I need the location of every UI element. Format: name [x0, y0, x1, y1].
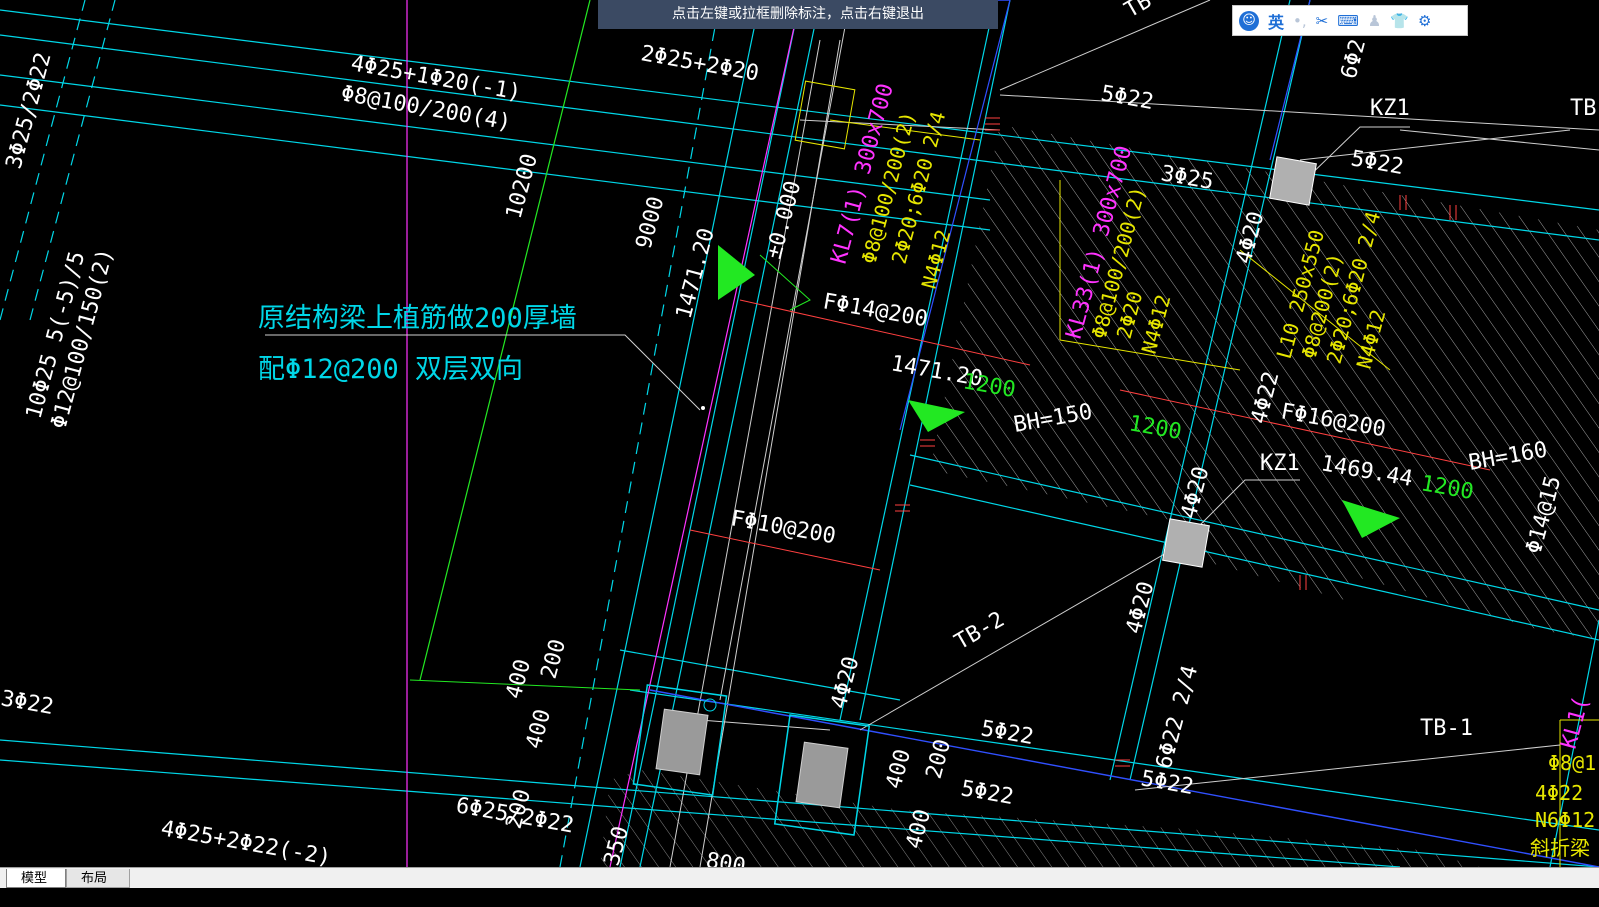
label-right-2: 4Φ22	[1535, 781, 1583, 805]
label-3022: 3Φ22	[0, 686, 55, 720]
label-4020-c: 4Φ20	[1122, 579, 1160, 637]
tab-model-label: 模型	[21, 871, 48, 886]
scissors-icon[interactable]: ✂	[1316, 11, 1329, 31]
command-hint-text: 点击左键或拉框删除标注，点击右键退出	[672, 6, 924, 22]
cad-drawing-canvas[interactable]: 2Φ25+2Φ20 4Φ25+1Φ20(-1) Φ8@100/200(4) 3Φ…	[0, 0, 1599, 867]
skin-icon[interactable]: 👕	[1390, 11, 1409, 31]
label-tb-top: TB	[1570, 96, 1597, 121]
label-right-1: Φ8@1	[1548, 751, 1596, 775]
annotation-line-2: 配Φ12@200 双层双向	[258, 354, 523, 385]
label-5022-d: 5Φ22	[959, 776, 1016, 810]
label-top-rebar-1: 2Φ25+2Φ20	[639, 41, 761, 86]
user-icon[interactable]: ♟	[1368, 11, 1381, 31]
label-5022-a: 5Φ22	[1099, 81, 1156, 115]
label-4025: 4Φ25+2Φ22(-2)	[159, 816, 333, 867]
ime-lang-toggle[interactable]: 英	[1268, 9, 1284, 33]
label-kz1-a: KZ1	[1370, 96, 1410, 121]
annotation-line-1: 原结构梁上植筋做200厚墙	[258, 303, 577, 334]
label-kl7-4: N4Φ12	[917, 227, 956, 291]
label-right-4: 斜折梁	[1530, 836, 1590, 860]
label-d400a: 400	[502, 657, 536, 702]
label-right-3: N6Φ12	[1535, 808, 1595, 832]
label-5022-c: 5Φ22	[979, 716, 1036, 750]
layout-tab-bar: 模型 布局2	[0, 867, 1599, 905]
label-dim-9000: 9000	[632, 194, 670, 252]
label-5022-b: 5Φ22	[1349, 146, 1406, 180]
label-6022: 6Φ22 2/4	[1152, 663, 1204, 772]
ime-toolbar[interactable]: ☺ 英 •, ✂ ⌨ ♟ 👕 ⚙	[1232, 5, 1468, 36]
leader-dot	[701, 406, 705, 410]
punctuation-icon[interactable]: •,	[1293, 11, 1307, 31]
tab-layout2-label: 布局2	[81, 871, 108, 905]
label-6022-top: 6Φ2	[1337, 37, 1371, 82]
label-d400b: 400	[522, 707, 556, 752]
label-tb2: TB-2	[951, 607, 1009, 655]
label-5022-e: 5Φ22	[1139, 766, 1196, 800]
label-tb-top2: TB-	[1121, 0, 1168, 23]
label-4020-d: 4Φ20	[827, 654, 865, 712]
tab-layout2[interactable]: 布局2	[66, 869, 130, 905]
label-dim-147120a: 1471.20	[672, 226, 720, 322]
tab-model[interactable]: 模型	[6, 869, 66, 888]
label-elev: ±0.000	[762, 178, 807, 261]
settings-icon[interactable]: ⚙	[1418, 11, 1431, 31]
keyboard-icon[interactable]: ⌨	[1337, 11, 1359, 31]
label-d400c: 400	[882, 747, 916, 792]
avatar-icon[interactable]: ☺	[1239, 10, 1259, 31]
label-d200b: 200	[922, 737, 956, 782]
label-f10: FΦ10@200	[729, 506, 838, 549]
label-f14: FΦ14@200	[821, 289, 930, 332]
label-tb1: TB-1	[1420, 716, 1473, 741]
label-kl-right: KL1(	[1557, 694, 1595, 752]
command-hint-bar: 点击左键或拉框删除标注，点击右键退出	[598, 0, 998, 29]
label-d200a: 200	[537, 637, 571, 682]
label-kz1-b: KZ1	[1260, 451, 1300, 476]
